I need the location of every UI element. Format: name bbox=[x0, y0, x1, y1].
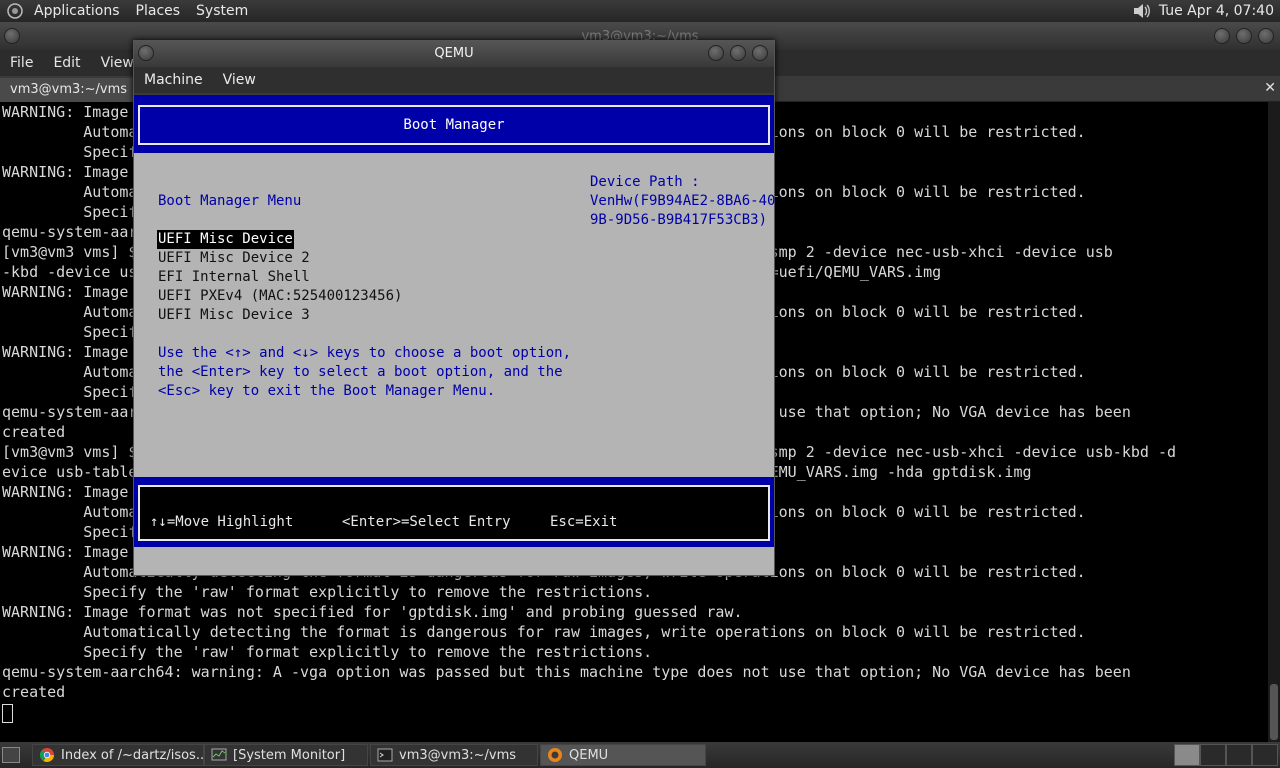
qemu-title: QEMU bbox=[434, 46, 474, 61]
boot-manager-menu-title: Boot Manager Menu bbox=[158, 193, 302, 209]
task-browser[interactable]: Index of /~dartz/isos... bbox=[32, 744, 204, 766]
task-label: QEMU bbox=[569, 747, 609, 763]
task-system-monitor[interactable]: [System Monitor] bbox=[204, 744, 368, 766]
workspace-2[interactable] bbox=[1200, 744, 1226, 766]
edit-menu[interactable]: Edit bbox=[43, 55, 90, 71]
task-label: [System Monitor] bbox=[233, 747, 346, 763]
help-text-line: the <Enter> key to select a boot option,… bbox=[158, 364, 563, 380]
exit-hint: Esc=Exit bbox=[550, 514, 618, 530]
terminal-line: Specify the 'raw' format explicitly to r… bbox=[2, 583, 653, 601]
qemu-maximize-icon[interactable] bbox=[730, 45, 746, 61]
boot-manager-footer: ↑↓=Move Highlight <Enter>=Select Entry E… bbox=[134, 477, 774, 547]
qemu-window[interactable]: QEMU Machine View Boot Manager Boot Mana… bbox=[133, 40, 775, 576]
task-label: Index of /~dartz/isos... bbox=[61, 747, 204, 763]
boot-option-uefi-misc-device[interactable]: UEFI Misc Device bbox=[157, 230, 294, 249]
qemu-titlebar[interactable]: QEMU bbox=[134, 41, 774, 67]
boot-manager-header: Boot Manager bbox=[134, 95, 774, 153]
panel-tray: Tue Apr 4, 07:40 bbox=[1133, 0, 1274, 22]
qemu-close-icon[interactable] bbox=[752, 45, 768, 61]
terminal-tab[interactable]: vm3@vm3:~/vms bbox=[0, 78, 135, 102]
machine-menu[interactable]: Machine bbox=[134, 72, 213, 88]
boot-manager-title: Boot Manager bbox=[138, 105, 770, 145]
scrollbar-thumb[interactable] bbox=[1270, 684, 1278, 740]
minimize-icon[interactable] bbox=[1214, 28, 1230, 44]
places-menu[interactable]: Places bbox=[128, 0, 189, 22]
terminal-line: Specify the 'raw' format explicitly to r… bbox=[2, 643, 653, 661]
qemu-minimize-icon[interactable] bbox=[708, 45, 724, 61]
vm-display[interactable]: Boot Manager Boot Manager Menu Device Pa… bbox=[134, 95, 776, 575]
workspace-4[interactable] bbox=[1252, 744, 1278, 766]
boot-option-uefi-pxev4[interactable]: UEFI PXEv4 (MAC:525400123456) bbox=[158, 287, 402, 306]
help-text-line: Use the <↑> and <↓> keys to choose a boo… bbox=[158, 345, 572, 361]
device-path-value: VenHw(F9B94AE2-8BA6-40 bbox=[590, 193, 776, 209]
top-panel: Applications Places System Tue Apr 4, 07… bbox=[0, 0, 1280, 22]
bottom-taskbar: Index of /~dartz/isos... [System Monitor… bbox=[0, 742, 1280, 768]
qemu-icon bbox=[547, 747, 563, 763]
workspace-1[interactable] bbox=[1174, 744, 1200, 766]
move-highlight-hint: ↑↓=Move Highlight bbox=[150, 514, 294, 530]
system-monitor-icon bbox=[211, 747, 227, 763]
terminal-line: Automatically detecting the format is da… bbox=[2, 623, 1086, 641]
boot-option-uefi-misc-device-2[interactable]: UEFI Misc Device 2 bbox=[158, 249, 310, 268]
task-label: vm3@vm3:~/vms bbox=[399, 747, 517, 763]
device-path-label: Device Path : bbox=[590, 174, 700, 190]
applications-menu[interactable]: Applications bbox=[26, 0, 128, 22]
help-text-line: <Esc> key to exit the Boot Manager Menu. bbox=[158, 383, 496, 399]
task-qemu[interactable]: QEMU bbox=[540, 744, 706, 766]
volume-icon[interactable] bbox=[1133, 3, 1151, 19]
terminal-scrollbar[interactable] bbox=[1268, 102, 1280, 742]
qemu-menubar: Machine View bbox=[134, 67, 774, 93]
system-menu[interactable]: System bbox=[188, 0, 256, 22]
boot-option-uefi-misc-device-3[interactable]: UEFI Misc Device 3 bbox=[158, 306, 310, 325]
workspace-switcher[interactable] bbox=[1174, 744, 1278, 766]
select-entry-hint: <Enter>=Select Entry bbox=[342, 514, 511, 530]
terminal-line: created bbox=[2, 683, 66, 701]
clock[interactable]: Tue Apr 4, 07:40 bbox=[1159, 3, 1274, 19]
terminal-cursor bbox=[2, 704, 13, 723]
distro-logo-icon[interactable] bbox=[4, 0, 26, 22]
terminal-line: qemu-system-aarch64: warning: A -vga opt… bbox=[2, 663, 1131, 681]
maximize-icon[interactable] bbox=[1236, 28, 1252, 44]
boot-option-efi-internal-shell[interactable]: EFI Internal Shell bbox=[158, 268, 310, 287]
file-menu[interactable]: File bbox=[0, 55, 43, 71]
terminal-line: created bbox=[2, 423, 66, 441]
task-terminal[interactable]: vm3@vm3:~/vms bbox=[370, 744, 538, 766]
tab-close-icon[interactable]: ✕ bbox=[1264, 80, 1276, 96]
terminal-line: WARNING: Image format was not specified … bbox=[2, 603, 743, 621]
close-icon[interactable] bbox=[1258, 28, 1274, 44]
device-path-value: 9B-9D56-B9B417F53CB3) bbox=[590, 212, 768, 228]
show-desktop-icon[interactable] bbox=[2, 747, 20, 763]
chrome-icon bbox=[39, 747, 55, 763]
key-hint-bar: ↑↓=Move Highlight <Enter>=Select Entry E… bbox=[138, 485, 770, 541]
terminal-icon bbox=[377, 747, 393, 763]
workspace-3[interactable] bbox=[1226, 744, 1252, 766]
qemu-view-menu[interactable]: View bbox=[213, 72, 266, 88]
